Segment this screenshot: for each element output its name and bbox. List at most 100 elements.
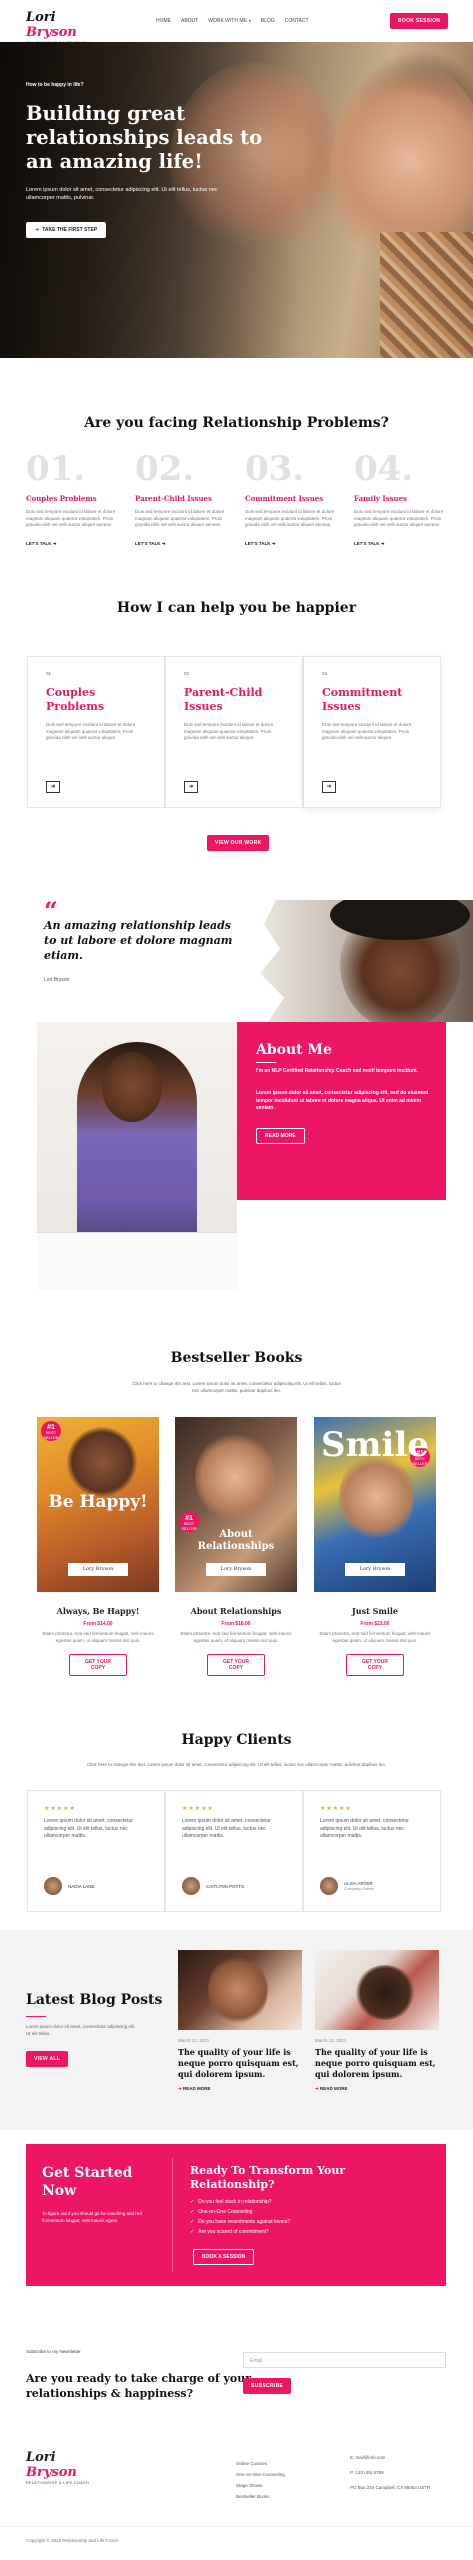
problem-item: 03. Commitment Issues Duis sed tempore i… [245, 452, 340, 547]
subscribe-button[interactable]: SUBSCRIBE [243, 2378, 292, 2394]
logo-script: Lori [26, 10, 56, 25]
footer-link[interactable]: Online Courses [236, 2458, 285, 2469]
problem-number: 04. [354, 449, 414, 489]
hero-kicker: How to be happy in life? [26, 82, 84, 88]
book-title: About Relationships [190, 1606, 282, 1616]
nav-about[interactable]: ABOUT [181, 18, 198, 24]
read-more-link[interactable]: ➜ READ MORE [315, 2086, 439, 2092]
cta-heading: Ready To Transform Your Relationship? [190, 2164, 346, 2191]
hero-title: Building great relationships leads to an… [26, 102, 263, 173]
read-more-label: READ MORE [183, 2086, 211, 2091]
card-number: 03. [322, 671, 329, 676]
get-copy-button[interactable]: GET YOUR COPY [69, 1654, 127, 1676]
about-subtitle: I'm an NLP Certified Relationship Coach … [256, 1068, 418, 1074]
cover-author: Lory Bryson [68, 1563, 128, 1576]
logo-name: Bryson [26, 2465, 77, 2480]
lets-talk-link[interactable]: LET'S TALK ➜ [354, 541, 449, 547]
book-title: Always, Be Happy! [56, 1606, 140, 1616]
logo-script: Lori [26, 2450, 56, 2465]
footer-address: PO Box 234 Campbell, CA 95053 USTR [350, 2485, 431, 2490]
footer-link[interactable]: One-on-One Counseling [236, 2469, 285, 2480]
card-number: 01. [46, 671, 53, 676]
lets-talk-link[interactable]: LET'S TALK ➜ [245, 541, 340, 547]
view-all-button[interactable]: VIEW ALL [26, 2051, 69, 2067]
book-cover[interactable]: #1 BEST SELLER Be Happy! Lory Bryson [37, 1417, 159, 1592]
card-text: Duis sed tempore incidunt id labore et d… [46, 722, 136, 740]
first-step-label: TAKE THE FIRST STEP [42, 227, 98, 233]
read-more-button[interactable]: READ MORE [256, 1128, 305, 1144]
lets-talk-link[interactable]: LET'S TALK ➜ [26, 541, 121, 547]
check-icon: ✓ [190, 2199, 195, 2205]
arrow-right-icon[interactable]: ➜ [184, 781, 198, 793]
divider [0, 2526, 473, 2527]
problem-item: 04. Family Issues Duis sed tempore incid… [354, 452, 449, 547]
testimonial-card: ★★★★★ Lorem ipsum dolor sit amet, consec… [303, 1790, 441, 1912]
view-work-button[interactable]: VIEW OUR WORK [207, 835, 270, 851]
nav-work-with-me[interactable]: WORK WITH ME ▾ [208, 18, 251, 24]
problem-item: 02. Parent-Child Issues Duis sed tempore… [135, 452, 230, 547]
client-name: NADIA LANE [68, 1883, 95, 1889]
quote-author: Lori Bryson [44, 977, 70, 983]
email-field[interactable]: Email [243, 2352, 446, 2368]
footer-logo[interactable]: Lori Bryson RELATIONSHIP & LIFE COACH [26, 2450, 106, 2485]
book-title: Just Smile [352, 1606, 398, 1616]
get-copy-button[interactable]: GET YOUR COPY [346, 1654, 404, 1676]
testimonial-card: ★★★★★ Lorem ipsum dolor sit amet, consec… [27, 1790, 165, 1912]
nav-home[interactable]: HOME [156, 18, 171, 24]
book-cover[interactable]: #1 BEST SELLER Smile Lory Bryson [314, 1417, 436, 1592]
arrow-right-icon: ➜ [161, 540, 166, 546]
lets-talk-label: LET'S TALK [245, 540, 271, 546]
problem-item: 01. Couples Problems Duis sed tempore in… [26, 452, 121, 547]
footer-link[interactable]: Bestseller Books [236, 2491, 285, 2502]
lets-talk-link[interactable]: LET'S TALK ➜ [135, 541, 230, 547]
card-text: Duis sed tempore incidunt id labore et d… [322, 722, 412, 740]
get-copy-button[interactable]: GET YOUR COPY [207, 1654, 265, 1676]
lets-talk-label: LET'S TALK [26, 540, 52, 546]
book-session-cta-button[interactable]: BOOK A SESSION [193, 2249, 255, 2265]
problems-title: Are you facing Relationship Problems? [84, 415, 389, 431]
lets-talk-label: LET'S TALK [354, 540, 380, 546]
arrow-right-icon[interactable]: ➜ [46, 781, 60, 793]
book-price: From $22.00 [360, 1621, 390, 1627]
about-photo [37, 1022, 237, 1290]
check-icon: ✓ [190, 2229, 195, 2235]
arrow-right-icon[interactable]: ➜ [322, 781, 336, 793]
card-title: Parent-Child Issues [184, 686, 263, 713]
book-text: Etiam pharetra, erat sed fermentum feugi… [319, 1631, 431, 1643]
client-role: Company Owner [344, 1886, 375, 1891]
about-text: Lorem ipsum dolor sit amet, consectetur … [256, 1090, 429, 1111]
nav-contact[interactable]: CONTACT [285, 18, 309, 24]
arrow-right-icon: ➜ [380, 540, 385, 546]
footer-phone[interactable]: P: 123 (45) 6789 [350, 2465, 430, 2480]
check-icon: ✓ [190, 2219, 195, 2225]
footer-links: Online Courses One-on-One Counseling Sta… [236, 2458, 285, 2502]
logo[interactable]: Lori Bryson RELATIONSHIP & LIFE COACH [26, 10, 106, 45]
book-cover[interactable]: #1 BEST SELLER About Relationships Lory B… [175, 1417, 297, 1592]
bestseller-badge: #1 BEST SELLER [41, 1421, 61, 1441]
footer-link[interactable]: Stage Shows [236, 2480, 285, 2491]
help-card: 02. Parent-Child Issues Duis sed tempore… [165, 656, 303, 808]
clients-text: Click here to change this text. Lorem ip… [87, 1762, 386, 1767]
post-face [208, 1955, 268, 2025]
cover-face [195, 1432, 275, 1522]
blog-post[interactable]: March 12, 2021 The quality of your life … [315, 1950, 439, 2092]
blog-title: Latest Blog Posts [26, 1992, 163, 2008]
blog-post[interactable]: March 12, 2021 The quality of your life … [178, 1950, 302, 2092]
arrow-right-icon: ➜ [35, 227, 40, 233]
copyright: Copyright © 2022 Relationship and Life C… [26, 2538, 119, 2543]
testimonial-card: ★★★★★ Lorem ipsum dolor sit amet, consec… [165, 1790, 303, 1912]
post-date: March 12, 2021 [178, 2038, 210, 2043]
read-more-link[interactable]: ➜ READ MORE [178, 2086, 302, 2092]
divider [172, 2158, 173, 2272]
nav-blog[interactable]: BLOG [261, 18, 275, 24]
problem-number: 02. [135, 449, 195, 489]
book-text: Etiam pharetra, erat sed fermentum feugi… [42, 1631, 154, 1643]
post-image[interactable] [178, 1950, 302, 2030]
post-image[interactable] [315, 1950, 439, 2030]
cover-face [339, 1452, 414, 1542]
first-step-button[interactable]: ➜ TAKE THE FIRST STEP [26, 222, 107, 238]
testimonial-text: Lorem ipsum dolor sit amet, consectetur … [44, 1818, 133, 1839]
book-session-button[interactable]: BOOK SESSION [390, 13, 449, 29]
photo-head [102, 1052, 162, 1122]
footer-email[interactable]: E: mail@info.com [350, 2450, 430, 2465]
